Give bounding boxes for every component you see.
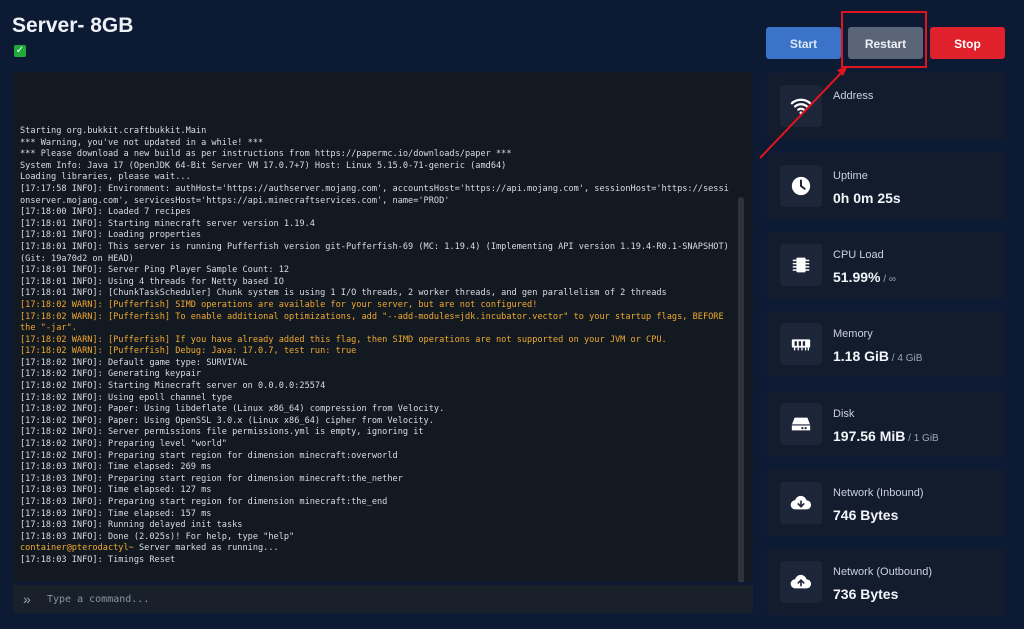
console-line: [17:18:03 INFO]: Done (2.025s)! For help… <box>20 531 295 542</box>
stat-value-limit: / ∞ <box>880 274 896 285</box>
stat-value: 746 Bytes <box>833 507 898 523</box>
console-line: System Info: Java 17 (OpenJDK 64-Bit Ser… <box>20 160 507 171</box>
stop-button[interactable]: Stop <box>930 27 1005 59</box>
console-line: [17:18:03 INFO]: Preparing start region … <box>20 497 388 507</box>
cloud-upload-icon <box>780 561 822 603</box>
stat-card-cpu-load: CPU Load 51.99% / ∞ <box>767 232 1005 298</box>
stat-value-main: 746 Bytes <box>833 507 899 523</box>
stat-card-network-inbound: Network (Inbound) 746 Bytes <box>767 470 1005 536</box>
stat-value-limit: / 4 GiB <box>889 353 923 364</box>
memory-icon <box>780 323 822 365</box>
console-line: [17:18:03 INFO]: Time elapsed: 157 ms <box>20 508 212 519</box>
console-line: [17:18:03 INFO]: Preparing start region … <box>20 473 403 484</box>
console-line: [17:18:02 INFO]: Server permissions file… <box>20 427 424 438</box>
stat-label: Network (Inbound) <box>833 487 924 499</box>
stat-value: 736 Bytes <box>833 586 898 602</box>
console-line: [17:18:03 INFO]: Time elapsed: 269 ms <box>20 462 212 473</box>
console-line: [17:18:03 INFO]: Timings Reset <box>20 554 176 565</box>
clock-icon <box>780 165 822 207</box>
console-scrollbar[interactable] <box>738 197 744 582</box>
cloud-download-icon <box>780 482 822 524</box>
console-line: [17:18:02 INFO]: Preparing level "world" <box>20 439 227 450</box>
stat-card-uptime: Uptime 0h 0m 25s <box>767 153 1005 219</box>
console-line: [17:18:03 INFO]: Time elapsed: 127 ms <box>20 485 212 496</box>
stat-card-network-outbound: Network (Outbound) 736 Bytes <box>767 549 1005 615</box>
console-line: [17:18:02 INFO]: Generating keypair <box>20 369 202 380</box>
console-line: [17:18:02 WARN]: [Pufferfish] If you hav… <box>20 334 667 345</box>
server-title: Server- 8GB <box>12 14 134 37</box>
stat-value-main: 0h 0m 25s <box>833 190 901 206</box>
console-line: [17:18:02 INFO]: Using epoll channel typ… <box>20 392 233 403</box>
stat-card-address: Address <box>767 73 1005 139</box>
stat-value-main: 736 Bytes <box>833 586 899 602</box>
start-button[interactable]: Start <box>766 27 841 59</box>
console-line: [17:18:01 INFO]: Loading properties <box>20 230 202 241</box>
stat-label: Network (Outbound) <box>833 566 933 578</box>
console-line: container@pterodactyl~ Server marked as … <box>20 543 733 555</box>
stat-label: Uptime <box>833 170 868 182</box>
console-line: [17:18:01 INFO]: Server Ping Player Samp… <box>20 265 290 276</box>
console-line: [17:18:01 INFO]: This server is running … <box>20 241 735 264</box>
stat-value: 0h 0m 25s <box>833 190 901 206</box>
chevron-right-icon: » <box>23 591 31 607</box>
command-bar: » <box>13 585 753 613</box>
stat-card-disk: Disk 197.56 MiB / 1 GiB <box>767 391 1005 457</box>
console-output: Starting org.bukkit.craftbukkit.Main *** … <box>13 72 753 582</box>
console-line: [17:18:02 INFO]: Starting Minecraft serv… <box>20 381 326 392</box>
console-line: [17:18:01 INFO]: [ChunkTaskScheduler] Ch… <box>20 288 667 299</box>
console-line: [17:18:00 INFO]: Loaded 7 recipes <box>20 207 191 218</box>
wifi-icon <box>780 85 822 127</box>
cpu-icon <box>780 244 822 286</box>
stat-value-main: 1.18 GiB <box>833 348 890 364</box>
stat-value-main: 197.56 MiB <box>833 428 906 444</box>
stat-value: 51.99% / ∞ <box>833 269 896 285</box>
console-line: [17:18:01 INFO]: Using 4 threads for Net… <box>20 276 284 287</box>
console-prompt: container@pterodactyl~ <box>20 543 134 554</box>
console-line: Starting org.bukkit.craftbukkit.Main <box>20 126 207 136</box>
console-line: [17:18:02 INFO]: Paper: Using libdeflate… <box>20 404 445 415</box>
console-line: [17:18:02 INFO]: Default game type: SURV… <box>20 357 248 368</box>
disk-icon <box>780 403 822 445</box>
command-input[interactable] <box>45 592 729 606</box>
check-icon: ✓ <box>14 45 26 57</box>
stat-card-memory: Memory 1.18 GiB / 4 GiB <box>767 311 1005 377</box>
console-line: [17:17:58 INFO]: Environment: authHost='… <box>20 183 729 206</box>
console-line: *** Warning, you've not updated in a whi… <box>20 137 264 148</box>
annotation-highlight-box <box>841 11 927 68</box>
stat-label: Address <box>833 90 874 102</box>
console-line: [17:18:02 INFO]: Preparing start region … <box>20 450 398 461</box>
stat-label: Memory <box>833 328 873 340</box>
stat-value-main: 51.99% <box>833 269 881 285</box>
console-line: [17:18:02 WARN]: [Pufferfish] To enable … <box>20 311 729 334</box>
stat-value-limit: / 1 GiB <box>905 433 939 444</box>
console-line: *** Please download a new build as per i… <box>20 149 512 160</box>
console-line: [17:18:02 WARN]: [Pufferfish] SIMD opera… <box>20 299 538 310</box>
stat-label: Disk <box>833 408 855 420</box>
console-line: [17:18:02 WARN]: [Pufferfish] Debug: Jav… <box>20 346 357 357</box>
console-line: [17:18:02 INFO]: Paper: Using OpenSSL 3.… <box>20 415 434 426</box>
console-log: Starting org.bukkit.craftbukkit.Main *** … <box>20 126 733 567</box>
console-line-text: Server marked as running... <box>133 543 279 554</box>
stat-value: 197.56 MiB / 1 GiB <box>833 428 939 444</box>
console-line: Loading libraries, please wait... <box>20 172 191 183</box>
stat-label: CPU Load <box>833 249 884 261</box>
console-line: [17:18:03 INFO]: Running delayed init ta… <box>20 520 243 531</box>
stat-value: 1.18 GiB / 4 GiB <box>833 348 922 364</box>
console-line: [17:18:01 INFO]: Starting minecraft serv… <box>20 218 315 229</box>
